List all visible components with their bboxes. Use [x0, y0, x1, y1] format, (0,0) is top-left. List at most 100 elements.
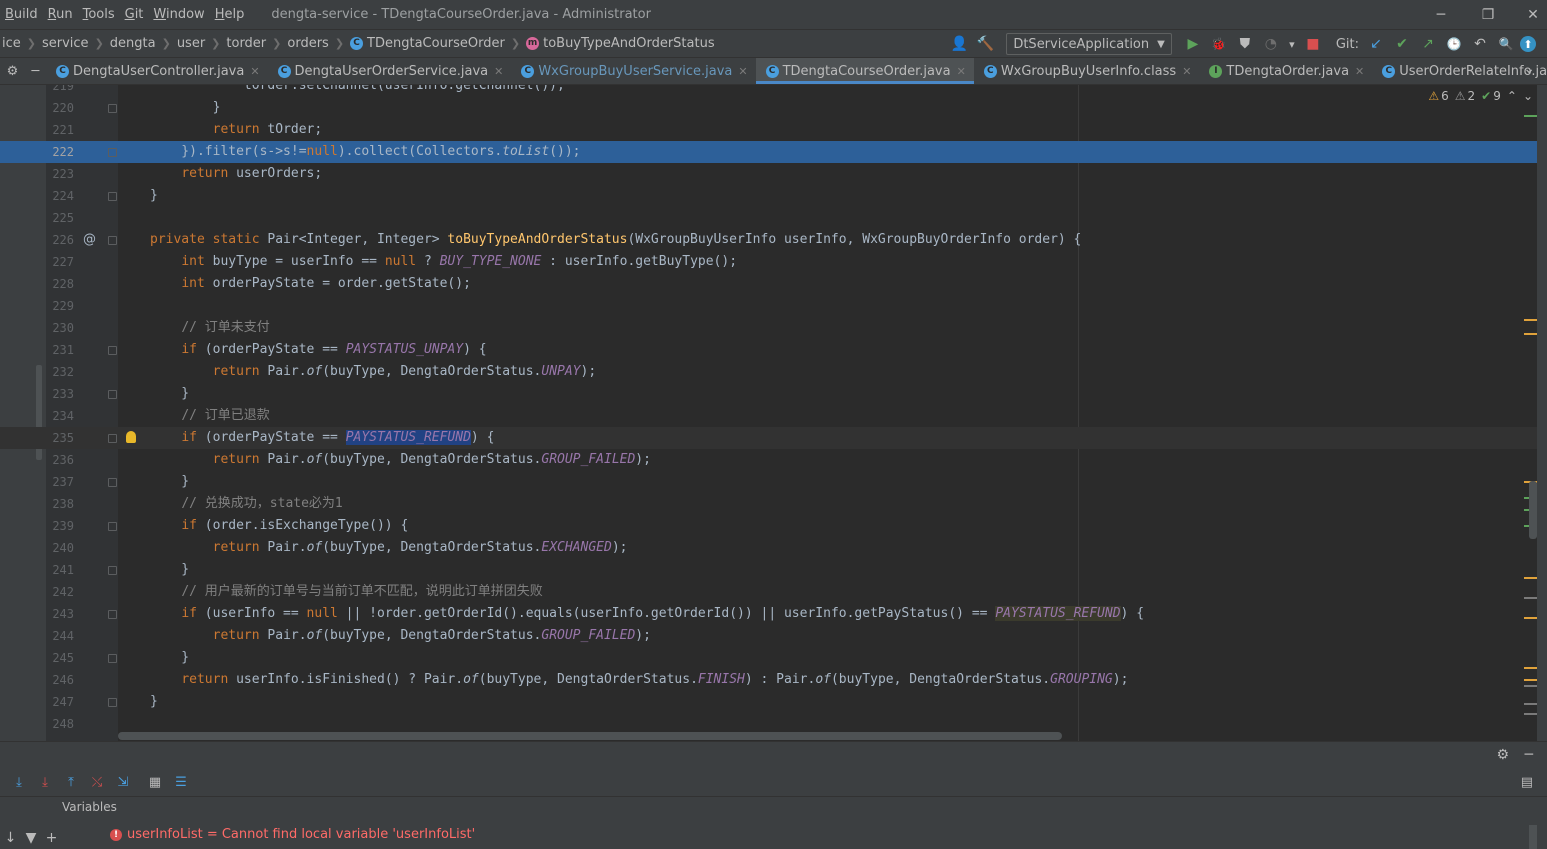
close-icon[interactable]: ✕	[957, 65, 966, 78]
code-line[interactable]: 229	[0, 295, 1540, 317]
line-number[interactable]: 234	[48, 405, 74, 427]
line-number[interactable]: 237	[48, 471, 74, 493]
stripe-marker[interactable]	[1524, 115, 1537, 117]
code-line[interactable]: 224}	[0, 185, 1540, 207]
close-icon[interactable]: ✕	[1355, 65, 1364, 78]
menu-build[interactable]: Build	[0, 0, 43, 29]
code-line[interactable]: 227 int buyType = userInfo == null ? BUY…	[0, 251, 1540, 273]
tab-wxgroupbuyuserinfo-class[interactable]: C WxGroupBuyUserInfo.class ✕	[974, 58, 1200, 84]
fold-marker[interactable]	[108, 522, 117, 531]
line-number[interactable]: 248	[48, 713, 74, 735]
step-into-icon[interactable]: ⤓	[32, 772, 58, 794]
code-line[interactable]: 240 return Pair.of(buyType, DengtaOrderS…	[0, 537, 1540, 559]
step-over-icon[interactable]: ⤓	[6, 772, 32, 794]
step-out-icon[interactable]: ⤒	[58, 772, 84, 794]
vertical-scrollbar[interactable]	[1529, 481, 1537, 539]
gear-icon[interactable]: ⚙	[1496, 747, 1509, 763]
breadcrumb-item[interactable]: service	[40, 36, 91, 51]
fold-marker[interactable]	[108, 390, 117, 399]
fold-marker[interactable]	[108, 236, 117, 245]
rollback-icon[interactable]: ↶	[1468, 32, 1492, 56]
horizontal-scrollbar[interactable]	[118, 732, 1062, 740]
code-line[interactable]: 230 // 订单未支付	[0, 317, 1540, 339]
tab-tdengtaorder-java[interactable]: I TDengtaOrder.java ✕	[1199, 58, 1372, 84]
stripe-marker[interactable]	[1524, 319, 1537, 321]
code-text[interactable]: return Pair.of(buyType, DengtaOrderStatu…	[150, 625, 651, 647]
annotation-marker-icon[interactable]: @	[83, 229, 96, 251]
line-number[interactable]: 225	[48, 207, 74, 229]
code-line[interactable]: 225	[0, 207, 1540, 229]
code-line[interactable]: 241 }	[0, 559, 1540, 581]
line-number[interactable]: 247	[48, 691, 74, 713]
line-number[interactable]: 244	[48, 625, 74, 647]
code-line[interactable]: 228 int orderPayState = order.getState()…	[0, 273, 1540, 295]
code-line[interactable]: 239 if (order.isExchangeType()) {	[0, 515, 1540, 537]
code-line[interactable]: 243 if (userInfo == null || !order.getOr…	[0, 603, 1540, 625]
fold-marker[interactable]	[108, 148, 117, 157]
code-text[interactable]: // 订单已退款	[150, 405, 269, 427]
line-number[interactable]: 235	[48, 427, 74, 449]
code-line[interactable]: 233 }	[0, 383, 1540, 405]
breadcrumb-item[interactable]: user	[175, 36, 207, 51]
tabs-more-icon[interactable]: ⌄	[1523, 61, 1535, 77]
stripe-marker[interactable]	[1524, 617, 1537, 619]
code-text[interactable]: }	[150, 647, 189, 669]
tab-dengtauserorderservice-java[interactable]: C DengtaUserOrderService.java ✕	[268, 58, 512, 84]
tab-wxgroupbuyuserservice-java[interactable]: C WxGroupBuyUserService.java ✕	[511, 58, 755, 84]
close-icon[interactable]: ✕	[250, 65, 259, 78]
upgrade-icon[interactable]: ⬆	[1520, 36, 1536, 52]
breadcrumb-item[interactable]: torder	[224, 36, 268, 51]
breadcrumb-item[interactable]: dengta	[108, 36, 158, 51]
trace-icon[interactable]: ☰	[168, 772, 194, 794]
line-number[interactable]: 233	[48, 383, 74, 405]
minimize-icon[interactable]: ─	[1525, 747, 1533, 763]
menu-git[interactable]: Git	[120, 0, 149, 29]
menu-help[interactable]: Help	[210, 0, 250, 29]
line-number[interactable]: 220	[48, 97, 74, 119]
code-text[interactable]: int orderPayState = order.getState();	[150, 273, 471, 295]
line-number[interactable]: 226	[48, 229, 74, 251]
gear-icon[interactable]: ⚙	[7, 64, 19, 79]
run-icon[interactable]: ▶	[1181, 32, 1205, 56]
code-line[interactable]: 219 tOrder.setChannel(userInfo.getChanne…	[0, 85, 1540, 97]
close-button[interactable]: ✕	[1510, 0, 1547, 29]
code-text[interactable]: return Pair.of(buyType, DengtaOrderStatu…	[150, 449, 651, 471]
close-icon[interactable]: ✕	[738, 65, 747, 78]
code-text[interactable]: int buyType = userInfo == null ? BUY_TYP…	[150, 251, 737, 273]
stripe-marker[interactable]	[1524, 577, 1537, 579]
line-number[interactable]: 231	[48, 339, 74, 361]
search-icon[interactable]: 🔍	[1494, 32, 1518, 56]
code-line[interactable]: 237 }	[0, 471, 1540, 493]
stop-icon[interactable]: ■	[1301, 32, 1325, 56]
git-update-icon[interactable]: ↙	[1364, 32, 1388, 56]
layout-icon[interactable]: ▤	[1521, 775, 1533, 790]
add-icon[interactable]: +	[46, 830, 58, 846]
code-line[interactable]: 236 return Pair.of(buyType, DengtaOrderS…	[0, 449, 1540, 471]
line-number[interactable]: 219	[48, 85, 74, 97]
code-line[interactable]: 226 @ private static Pair<Integer, Integer…	[0, 229, 1540, 251]
fold-marker[interactable]	[108, 654, 117, 663]
coverage-icon[interactable]: ⛊	[1233, 32, 1257, 56]
stripe-marker[interactable]	[1524, 333, 1537, 335]
line-number[interactable]: 246	[48, 669, 74, 691]
chevron-down-icon[interactable]: ⌄	[1523, 89, 1533, 103]
git-push-icon[interactable]: ↗	[1416, 32, 1440, 56]
code-text[interactable]: if (orderPayState == PAYSTATUS_REFUND) {	[150, 427, 494, 449]
code-text[interactable]: return Pair.of(buyType, DengtaOrderStatu…	[150, 537, 628, 559]
code-text[interactable]: }	[150, 97, 221, 119]
fold-marker[interactable]	[108, 346, 117, 355]
line-number[interactable]: 222	[48, 141, 74, 163]
lightbulb-icon[interactable]	[126, 431, 136, 443]
line-number[interactable]: 240	[48, 537, 74, 559]
code-line[interactable]: 247}	[0, 691, 1540, 713]
code-text[interactable]: if (orderPayState == PAYSTATUS_UNPAY) {	[150, 339, 486, 361]
line-number[interactable]: 221	[48, 119, 74, 141]
arrow-down-icon[interactable]: ↓	[5, 830, 17, 846]
line-number[interactable]: 245	[48, 647, 74, 669]
git-commit-icon[interactable]: ✔	[1390, 32, 1414, 56]
fold-marker[interactable]	[108, 104, 117, 113]
debug-icon[interactable]: 🐞	[1207, 32, 1231, 56]
code-line[interactable]: 220 }	[0, 97, 1540, 119]
stripe-marker[interactable]	[1524, 667, 1537, 669]
code-text[interactable]: if (userInfo == null || !order.getOrderI…	[150, 603, 1144, 625]
